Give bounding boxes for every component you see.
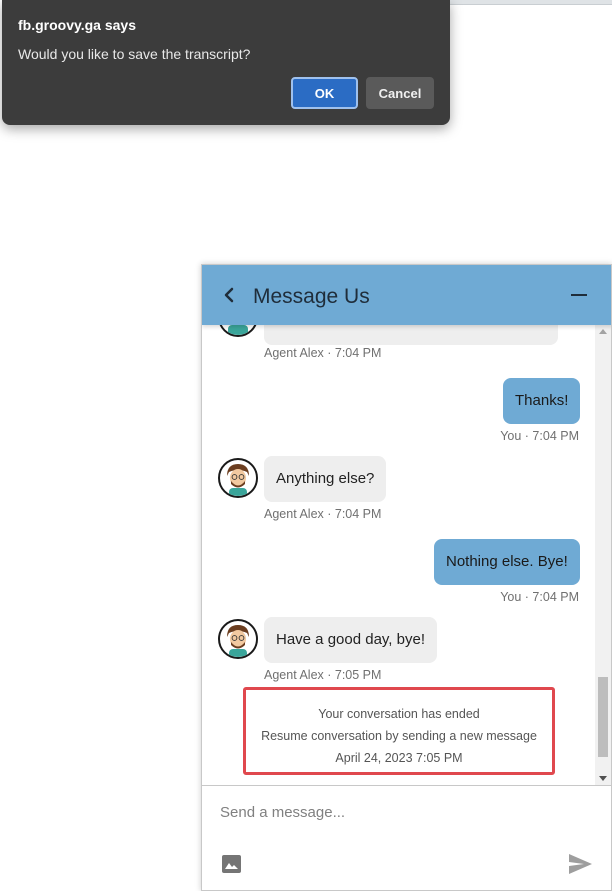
conversation-ended-notice: Your conversation has ended Resume conve… [243,687,555,775]
agent-avatar [218,458,258,498]
agent-message-bubble: Have a good day, bye! [264,617,437,663]
composer [202,785,611,890]
scroll-down-arrow-icon[interactable] [599,776,607,781]
scroll-thumb[interactable] [598,677,608,757]
send-icon[interactable] [568,853,593,875]
message-meta: Agent Alex · 7:04 PM [264,346,382,360]
browser-top-edge [440,0,612,5]
user-message-bubble: Thanks! [503,378,581,424]
agent-message-bubble: Anything else? [264,456,387,502]
message-list[interactable]: Agent Alex · 7:04 PM Thanks! You · 7:04 … [202,325,595,785]
ok-button[interactable]: OK [291,77,358,109]
agent-avatar [218,325,258,337]
agent-avatar-icon [227,464,249,496]
cancel-button[interactable]: Cancel [366,77,434,109]
browser-dialog: fb.groovy.ga says Would you like to save… [2,0,450,125]
dialog-message: Would you like to save the transcript? [18,46,251,62]
message-meta: Agent Alex · 7:04 PM [264,507,382,521]
agent-avatar-icon [227,625,249,657]
agent-avatar [218,619,258,659]
message-meta: Agent Alex · 7:05 PM [264,668,382,682]
agent-message-bubble [264,325,558,345]
scroll-up-arrow-icon[interactable] [599,329,607,334]
dialog-title: fb.groovy.ga says [18,17,137,33]
scrollbar[interactable] [595,325,611,785]
ended-date: April 24, 2023 7:05 PM [335,751,463,765]
chat-header: Message Us [202,265,611,325]
user-message-bubble: Nothing else. Bye! [434,539,580,585]
message-meta: You · 7:04 PM [500,590,579,604]
ended-hint: Resume conversation by sending a new mes… [261,729,537,743]
image-icon[interactable] [221,854,242,874]
ended-line: Your conversation has ended [318,707,480,721]
minimize-icon[interactable] [571,294,587,296]
agent-avatar-icon [228,325,248,335]
message-input[interactable] [220,804,580,821]
message-meta: You · 7:04 PM [500,429,579,443]
chat-widget: Message Us Agent Alex · 7:04 PM Thanks! … [201,264,612,891]
chat-title: Message Us [253,285,370,308]
chevron-left-icon[interactable] [220,285,238,305]
